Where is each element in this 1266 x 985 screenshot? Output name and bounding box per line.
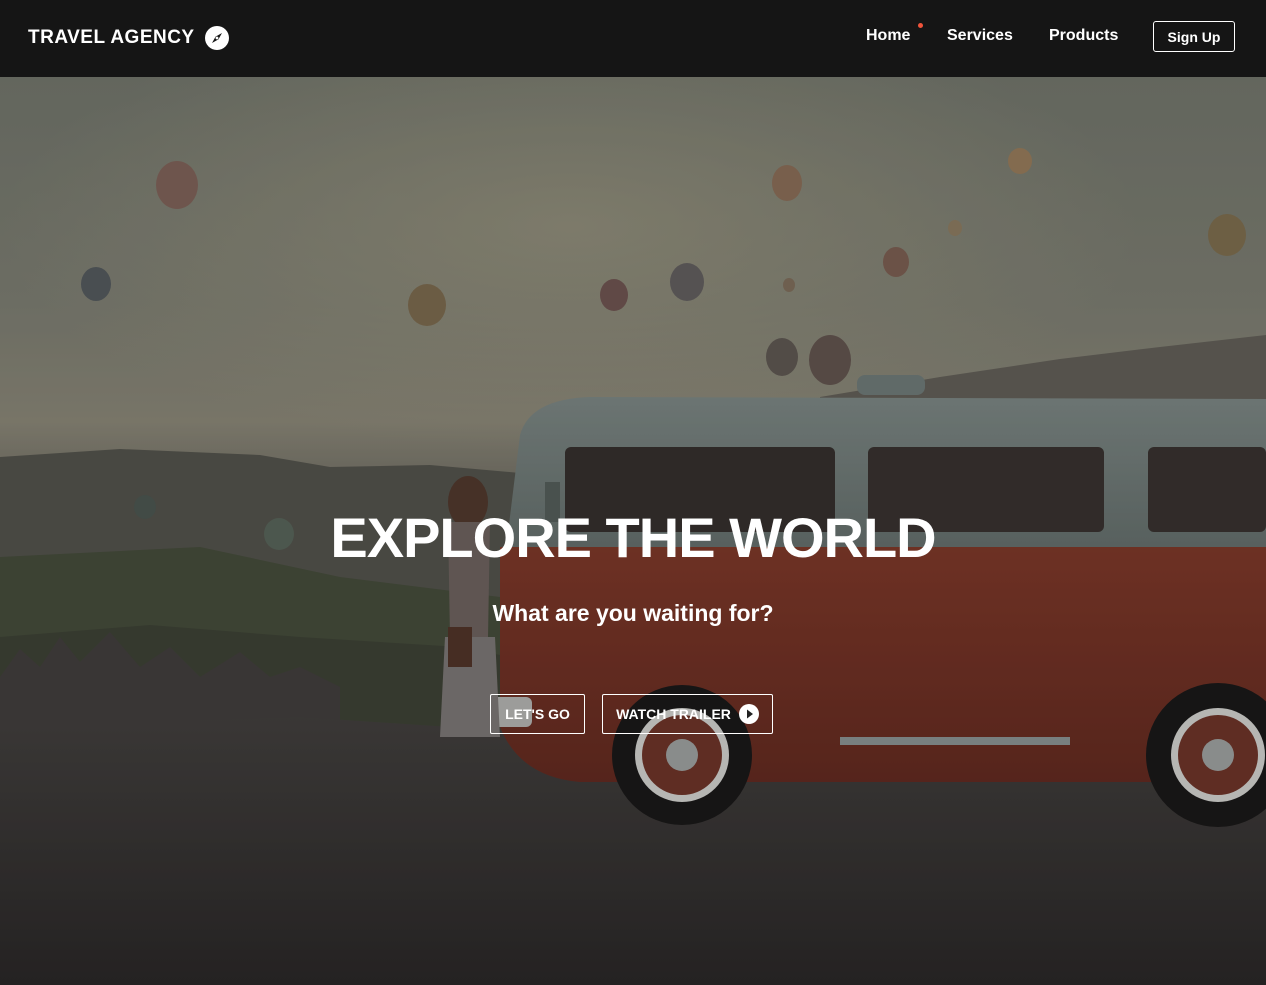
lets-go-button[interactable]: LET'S GO bbox=[490, 694, 585, 734]
hero-subtitle: What are you waiting for? bbox=[492, 600, 774, 626]
hero-section: EXPLORE THE WORLD What are you waiting f… bbox=[0, 77, 1266, 985]
navbar: TRAVEL AGENCY Home Services Products Sig… bbox=[0, 0, 1266, 77]
active-indicator-dot bbox=[918, 23, 923, 28]
main-nav: Home Services Products bbox=[0, 0, 1266, 77]
lets-go-label: LET'S GO bbox=[505, 706, 570, 722]
nav-products-link[interactable]: Products bbox=[1049, 27, 1118, 45]
hero-title: EXPLORE THE WORLD bbox=[330, 506, 936, 569]
nav-home-link[interactable]: Home bbox=[866, 27, 910, 45]
watch-trailer-button[interactable]: WATCH TRAILER bbox=[602, 694, 773, 734]
sign-up-button[interactable]: Sign Up bbox=[1153, 21, 1235, 52]
play-circle-icon bbox=[738, 704, 759, 724]
watch-trailer-label: WATCH TRAILER bbox=[616, 706, 731, 722]
nav-services-link[interactable]: Services bbox=[947, 27, 1013, 45]
